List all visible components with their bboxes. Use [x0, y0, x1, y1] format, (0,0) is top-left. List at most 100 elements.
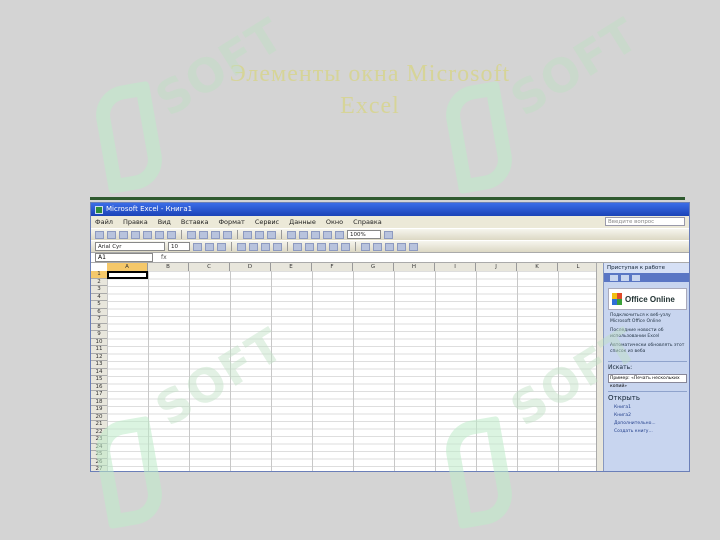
search-input[interactable]: Пример: «Печать нескольких копий» [608, 374, 687, 389]
paste-icon[interactable] [211, 230, 220, 239]
comma-style-icon[interactable] [317, 242, 326, 251]
print-icon[interactable] [143, 230, 152, 239]
task-pane-link[interactable]: Последние новости об использовании Excel [610, 328, 685, 340]
row-header[interactable]: 25 [91, 451, 107, 459]
print-preview-icon[interactable] [155, 230, 164, 239]
open-icon[interactable] [107, 230, 116, 239]
italic-icon[interactable] [205, 242, 214, 251]
underline-icon[interactable] [217, 242, 226, 251]
row-header[interactable]: 23 [91, 436, 107, 444]
column-header[interactable]: L [558, 263, 596, 271]
task-pane-title[interactable]: Приступая к работе [604, 263, 689, 273]
row-header[interactable]: 15 [91, 376, 107, 384]
row-header[interactable]: 18 [91, 398, 107, 406]
column-header[interactable]: K [517, 263, 558, 271]
format-painter-icon[interactable] [223, 230, 232, 239]
font-color-icon[interactable] [409, 242, 418, 251]
bold-icon[interactable] [193, 242, 202, 251]
cut-icon[interactable] [187, 230, 196, 239]
active-cell[interactable] [107, 271, 148, 279]
cell-grid[interactable] [107, 271, 596, 471]
row-header[interactable]: 24 [91, 443, 107, 451]
currency-icon[interactable] [293, 242, 302, 251]
column-header[interactable]: I [435, 263, 476, 271]
menu-item[interactable]: Окно [326, 218, 343, 226]
increase-decimal-icon[interactable] [329, 242, 338, 251]
office-online-banner[interactable]: Office Online [608, 288, 687, 310]
borders-icon[interactable] [385, 242, 394, 251]
align-left-icon[interactable] [237, 242, 246, 251]
row-header[interactable]: 10 [91, 338, 107, 346]
align-center-icon[interactable] [249, 242, 258, 251]
column-header[interactable]: G [353, 263, 394, 271]
forward-icon[interactable] [621, 274, 629, 281]
permission-icon[interactable] [131, 230, 140, 239]
column-header[interactable]: A [107, 263, 148, 271]
more-files-link[interactable]: Дополнительно... [614, 421, 681, 426]
row-header[interactable]: 4 [91, 293, 107, 301]
drawing-icon[interactable] [335, 230, 344, 239]
align-right-icon[interactable] [261, 242, 270, 251]
row-header[interactable]: 20 [91, 413, 107, 421]
home-icon[interactable] [632, 274, 640, 281]
menu-item[interactable]: Вид [158, 218, 171, 226]
copy-icon[interactable] [199, 230, 208, 239]
sort-descending-icon[interactable] [311, 230, 320, 239]
column-header[interactable]: F [312, 263, 353, 271]
row-header[interactable]: 21 [91, 421, 107, 429]
percent-icon[interactable] [305, 242, 314, 251]
font-name-select[interactable]: Arial Cyr [95, 242, 165, 251]
menu-item[interactable]: Формат [218, 218, 244, 226]
column-header[interactable]: J [476, 263, 517, 271]
column-header[interactable]: H [394, 263, 435, 271]
column-header[interactable]: E [271, 263, 312, 271]
column-header[interactable]: D [230, 263, 271, 271]
task-pane-link[interactable]: Автоматически обновлять этот список из в… [610, 343, 685, 355]
undo-icon[interactable] [243, 230, 252, 239]
row-header[interactable]: 13 [91, 361, 107, 369]
new-icon[interactable] [95, 230, 104, 239]
menu-item[interactable]: Сервис [255, 218, 279, 226]
menu-item[interactable]: Правка [123, 218, 148, 226]
row-header[interactable]: 14 [91, 368, 107, 376]
merge-center-icon[interactable] [273, 242, 282, 251]
hyperlink-icon[interactable] [267, 230, 276, 239]
row-header[interactable]: 3 [91, 286, 107, 294]
row-header[interactable]: 26 [91, 458, 107, 466]
row-header[interactable]: 9 [91, 331, 107, 339]
autosum-icon[interactable] [287, 230, 296, 239]
menu-item[interactable]: Вставка [181, 218, 209, 226]
row-header[interactable]: 2 [91, 278, 107, 286]
window-title-bar[interactable]: Microsoft Excel - Книга1 [91, 203, 689, 216]
name-box[interactable]: A1 [95, 253, 153, 262]
redo-icon[interactable] [255, 230, 264, 239]
chart-wizard-icon[interactable] [323, 230, 332, 239]
help-question-input[interactable]: Введите вопрос [605, 217, 685, 226]
row-header[interactable]: 5 [91, 301, 107, 309]
menu-item[interactable]: Данные [289, 218, 316, 226]
row-header[interactable]: 17 [91, 391, 107, 399]
recent-file-link[interactable]: Книга1 [614, 405, 681, 410]
font-size-select[interactable]: 10 [168, 242, 190, 251]
row-header[interactable]: 7 [91, 316, 107, 324]
column-header[interactable]: B [148, 263, 189, 271]
row-header[interactable]: 22 [91, 428, 107, 436]
decrease-indent-icon[interactable] [361, 242, 370, 251]
menu-item[interactable]: Файл [95, 218, 113, 226]
row-header[interactable]: 12 [91, 353, 107, 361]
menu-item[interactable]: Справка [353, 218, 382, 226]
zoom-select[interactable]: 100% [347, 230, 381, 239]
row-header[interactable]: 27 [91, 466, 107, 471]
help-icon[interactable] [384, 230, 393, 239]
create-workbook-link[interactable]: Создать книгу... [614, 429, 681, 434]
fx-icon[interactable]: fx [161, 254, 167, 261]
decrease-decimal-icon[interactable] [341, 242, 350, 251]
fill-color-icon[interactable] [397, 242, 406, 251]
row-header[interactable]: 11 [91, 346, 107, 354]
row-header[interactable]: 1 [91, 271, 107, 279]
row-header[interactable]: 19 [91, 406, 107, 414]
vertical-scrollbar[interactable] [596, 263, 602, 471]
sort-ascending-icon[interactable] [299, 230, 308, 239]
save-icon[interactable] [119, 230, 128, 239]
row-header[interactable]: 16 [91, 383, 107, 391]
